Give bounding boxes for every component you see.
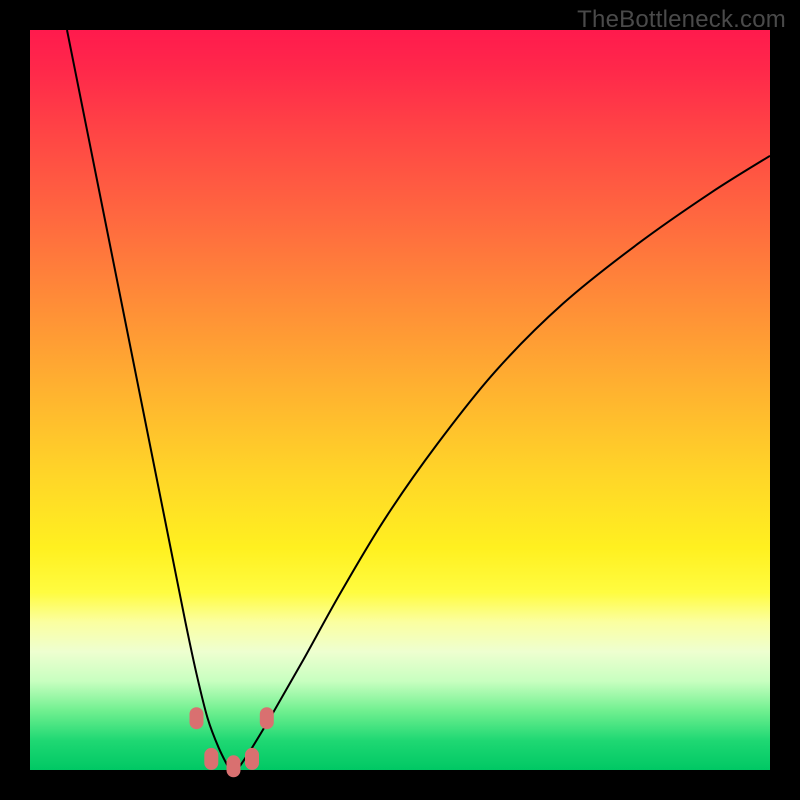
curve-marker — [190, 707, 204, 729]
bottleneck-curve-plot — [30, 30, 770, 770]
curve-marker — [227, 755, 241, 777]
watermark-text: TheBottleneck.com — [577, 6, 786, 34]
curve-markers — [190, 707, 274, 777]
curve-right-branch — [237, 156, 770, 770]
curve-left-branch — [67, 30, 230, 770]
curve-marker — [245, 748, 259, 770]
curve-marker — [260, 707, 274, 729]
chart-area — [30, 30, 770, 770]
curve-marker — [204, 748, 218, 770]
